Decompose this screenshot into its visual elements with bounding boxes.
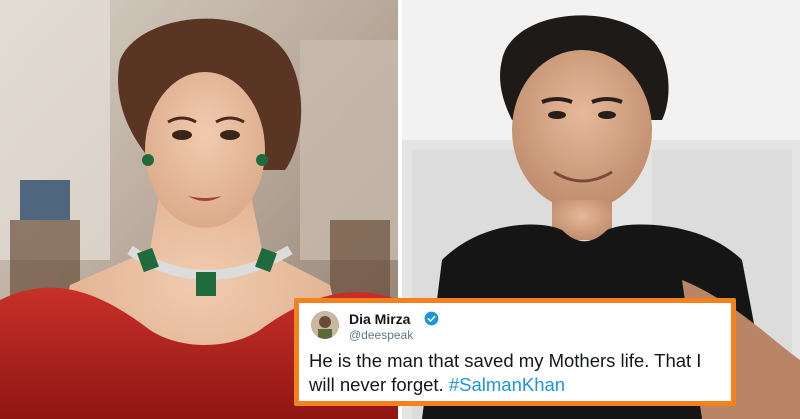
avatar[interactable] [311,311,339,339]
tweet-author-name[interactable]: Dia Mirza [349,311,410,327]
avatar-image [311,311,339,339]
verified-badge-icon [424,311,439,326]
tweet-card: Dia Mirza @deespeak He is the man that s… [294,298,736,406]
tweet-author-handle[interactable]: @deespeak [349,328,413,342]
tweet-hashtag-link[interactable]: #SalmanKhan [449,374,565,395]
tweet-text: He is the man that saved my Mothers life… [309,349,729,397]
